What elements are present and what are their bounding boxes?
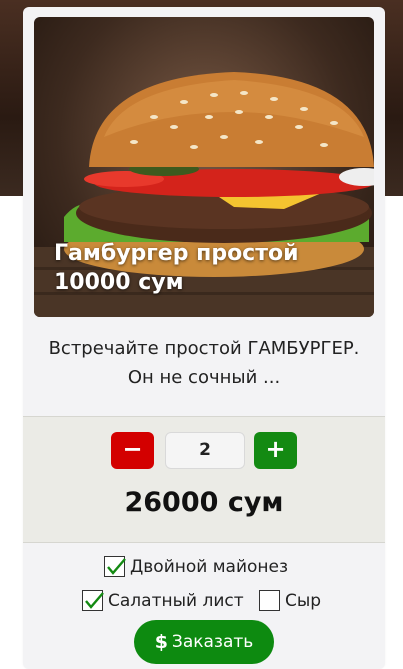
- place-order-label: Заказать: [171, 632, 254, 652]
- product-name: Гамбургер простой: [54, 241, 299, 266]
- place-order-button[interactable]: $ Заказать: [134, 620, 274, 664]
- product-title: Гамбургер простой 10000 сум: [54, 239, 354, 297]
- option-lettuce[interactable]: Салатный лист: [82, 590, 244, 611]
- dollar-icon: $: [154, 631, 168, 653]
- total-price: 26000 сум: [124, 487, 284, 518]
- cheese-label: Сыр: [285, 590, 322, 611]
- lettuce-checkbox[interactable]: [82, 590, 104, 611]
- decrease-quantity-button[interactable]: −: [111, 432, 154, 469]
- cheese-checkbox[interactable]: [259, 590, 280, 611]
- product-description: Встречайте простой ГАМБУРГЕР. Он не сочн…: [48, 338, 360, 388]
- option-cheese[interactable]: Сыр: [259, 590, 321, 611]
- order-panel: − 2 + 26000 сум: [23, 416, 385, 543]
- double-mayo-checkbox[interactable]: [104, 556, 126, 577]
- double-mayo-label: Двойной майонез: [130, 556, 289, 577]
- product-base-price: 10000 сум: [54, 270, 184, 295]
- product-image: Гамбургер простой 10000 сум: [34, 17, 374, 317]
- checkmark-icon: [85, 592, 104, 609]
- increase-quantity-button[interactable]: +: [254, 432, 297, 469]
- quantity-field[interactable]: 2: [165, 432, 245, 469]
- checkmark-icon: [107, 558, 126, 575]
- option-double-mayo[interactable]: Двойной майонез: [104, 556, 288, 577]
- lettuce-label: Салатный лист: [108, 590, 244, 611]
